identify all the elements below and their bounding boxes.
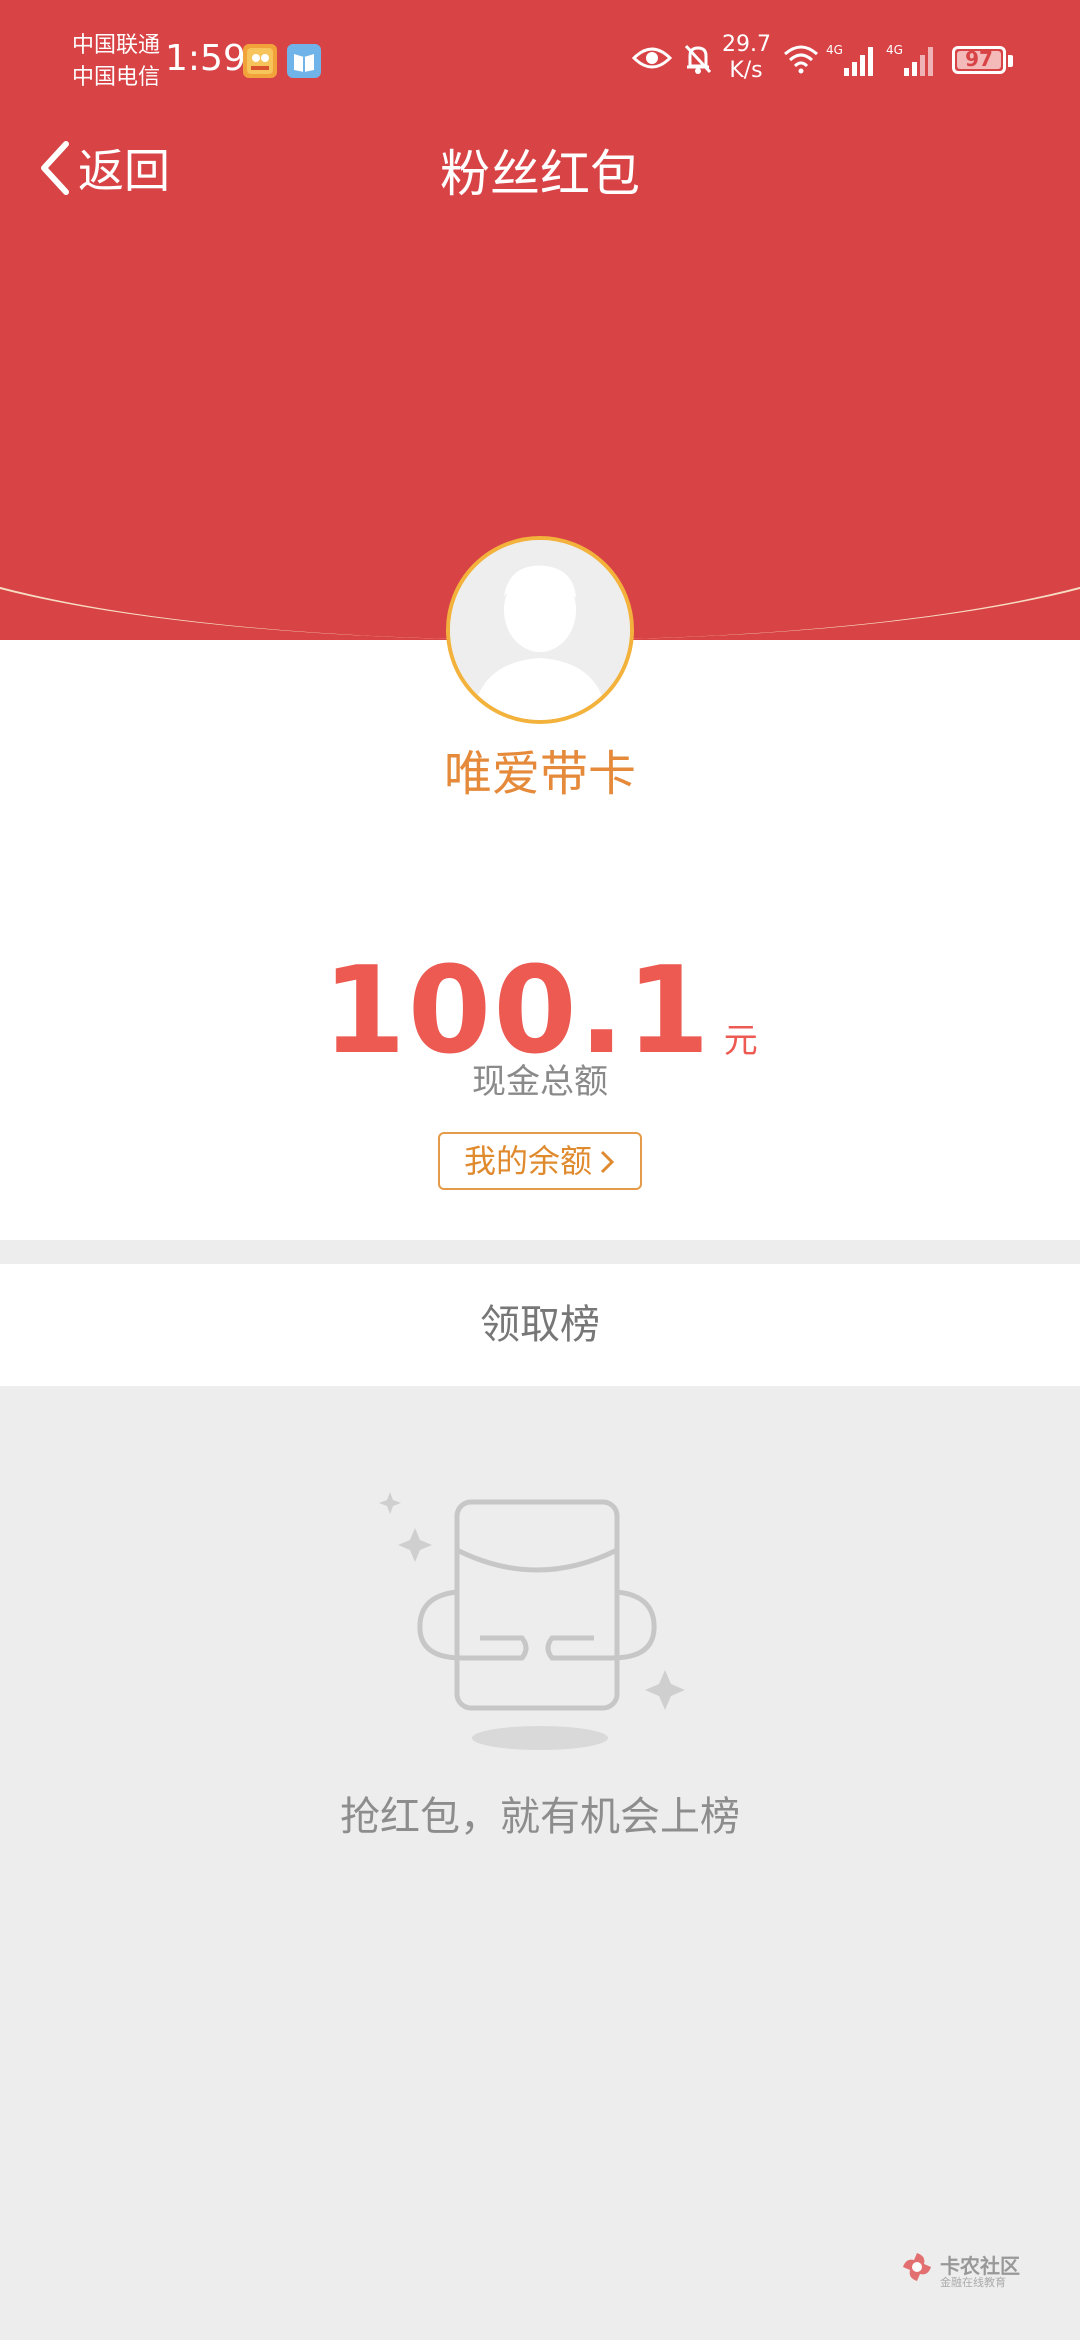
sender-name: 唯爱带卡 xyxy=(443,746,636,802)
signal-4g-icon: 4G xyxy=(826,43,873,76)
default-user-icon xyxy=(450,540,630,720)
status-bar: 中国联通 中国电信 1:59 29.7 K/s 4G 4G 97 xyxy=(0,0,1080,120)
bell-off-icon xyxy=(684,44,712,74)
wifi-icon xyxy=(784,45,818,74)
avatar[interactable] xyxy=(446,536,634,724)
page-title: 粉丝红包 xyxy=(440,145,640,203)
section-divider xyxy=(0,1240,1080,1264)
carrier-2: 中国电信 xyxy=(72,65,161,90)
empty-red-packet-icon xyxy=(379,1492,685,1750)
app-icon-1 xyxy=(243,44,277,78)
amount-caption: 现金总额 xyxy=(472,1062,608,1102)
battery-tip xyxy=(1008,55,1013,67)
kanong-logo-icon xyxy=(903,2253,931,2281)
eye-icon xyxy=(632,47,672,69)
battery-icon: 97 xyxy=(952,46,1006,74)
net-speed-unit: K/s xyxy=(729,58,763,83)
empty-state-text: 抢红包，就有机会上榜 xyxy=(340,1794,740,1840)
svg-text:4G: 4G xyxy=(826,43,843,57)
my-balance-button[interactable]: 我的余额 xyxy=(438,1132,642,1190)
net-speed: 29.7 K/s xyxy=(722,32,771,84)
app-icon-2 xyxy=(287,44,321,78)
signal-4g-icon: 4G xyxy=(886,43,933,76)
carrier-1: 中国联通 xyxy=(72,33,161,58)
watermark-sub: 金融在线教育 xyxy=(940,2276,1006,2289)
chevron-right-icon xyxy=(600,1150,615,1174)
battery-level: 97 xyxy=(965,47,993,71)
leaderboard-tab[interactable]: 领取榜 xyxy=(0,1264,1080,1386)
page: 中国联通 中国电信 1:59 29.7 K/s 4G 4G 97 返回 粉丝红包… xyxy=(0,0,1080,2340)
my-balance-label: 我的余额 xyxy=(463,1142,592,1180)
net-speed-value: 29.7 xyxy=(722,32,771,57)
watermark-logo: 卡农社区 金融在线教育 xyxy=(900,2250,1040,2290)
carrier-labels: 中国联通 中国电信 xyxy=(72,30,160,94)
svg-text:4G: 4G xyxy=(886,43,903,57)
status-time: 1:59 xyxy=(165,38,246,79)
